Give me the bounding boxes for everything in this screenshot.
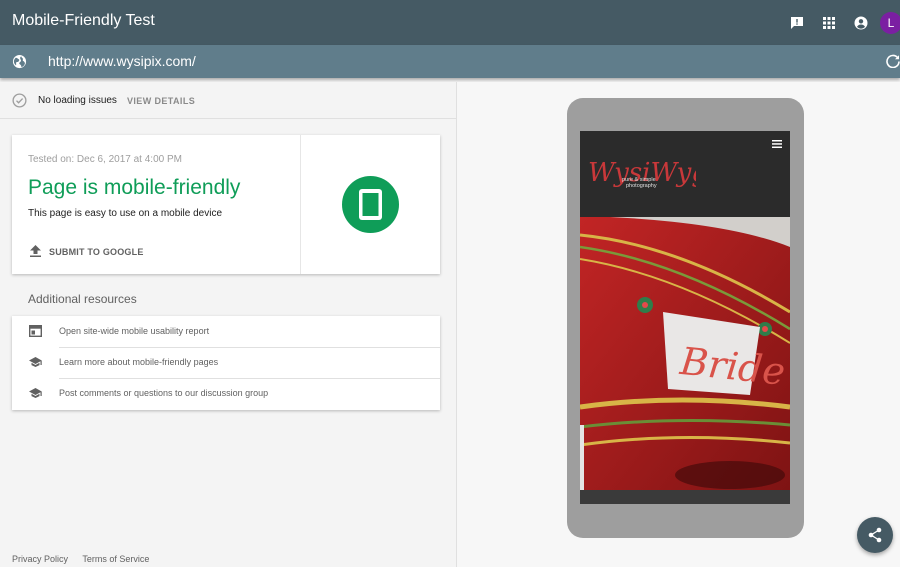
preview-panel: WysiWyg pure & simple photography Bride (457, 82, 900, 567)
phone-frame: WysiWyg pure & simple photography Bride (567, 98, 804, 538)
phone-screen[interactable]: WysiWyg pure & simple photography Bride (580, 131, 790, 504)
share-button[interactable] (857, 517, 893, 553)
card-divider (300, 135, 301, 274)
user-avatar[interactable]: L (880, 11, 900, 34)
resources-heading: Additional resources (28, 292, 137, 306)
loading-status-text: No loading issues (38, 95, 117, 106)
web-report-icon (29, 325, 42, 337)
resource-label: Post comments or questions to our discus… (59, 388, 269, 398)
check-circle-icon (12, 93, 27, 108)
result-card: Tested on: Dec 6, 2017 at 4:00 PM Page i… (12, 135, 440, 274)
share-icon (868, 527, 882, 543)
app-title: Mobile-Friendly Test (12, 12, 155, 29)
url-field[interactable]: http://www.wysipix.com/ (48, 53, 196, 69)
refresh-icon[interactable] (886, 54, 900, 68)
site-header: WysiWyg pure & simple photography (580, 131, 790, 217)
school-icon (29, 388, 42, 398)
privacy-policy-link[interactable]: Privacy Policy (12, 554, 68, 564)
resources-list: Open site-wide mobile usability report L… (12, 316, 440, 410)
app-bar: Mobile-Friendly Test L (0, 0, 900, 45)
account-circle-icon[interactable] (854, 16, 868, 30)
hamburger-menu-icon[interactable] (772, 140, 782, 148)
submit-to-google-button[interactable]: SUBMIT TO GOOGLE (49, 247, 144, 257)
result-description: This page is easy to use on a mobile dev… (28, 208, 222, 219)
results-panel: No loading issues VIEW DETAILS Tested on… (0, 82, 456, 567)
upload-icon[interactable] (30, 245, 41, 257)
smartphone-icon (359, 189, 382, 220)
loading-status-row: No loading issues VIEW DETAILS (0, 82, 456, 119)
apps-grid-icon[interactable] (822, 16, 836, 30)
tested-on-timestamp: Tested on: Dec 6, 2017 at 4:00 PM (28, 154, 182, 165)
mobile-friendly-badge (342, 176, 399, 233)
resource-item-discussion-group[interactable]: Post comments or questions to our discus… (12, 378, 440, 409)
screen-bottom-bar (580, 490, 790, 504)
resource-label: Open site-wide mobile usability report (59, 326, 210, 336)
svg-text:photography: photography (626, 183, 657, 189)
hero-photo: Bride (580, 217, 790, 490)
view-details-button[interactable]: VIEW DETAILS (127, 96, 195, 106)
resource-item-learn-more[interactable]: Learn more about mobile-friendly pages (12, 347, 440, 378)
resource-label: Learn more about mobile-friendly pages (59, 357, 219, 367)
footer: Privacy Policy Terms of Service (12, 554, 161, 564)
school-icon (29, 357, 42, 367)
site-logo: WysiWyg pure & simple photography (588, 158, 696, 189)
result-title: Page is mobile-friendly (28, 176, 241, 199)
resource-item-usability-report[interactable]: Open site-wide mobile usability report (12, 316, 440, 347)
app-bar-actions: L (772, 0, 900, 45)
globe-icon (12, 54, 27, 69)
feedback-icon[interactable] (790, 16, 804, 30)
terms-of-service-link[interactable]: Terms of Service (82, 554, 149, 564)
url-bar: http://www.wysipix.com/ (0, 45, 900, 78)
